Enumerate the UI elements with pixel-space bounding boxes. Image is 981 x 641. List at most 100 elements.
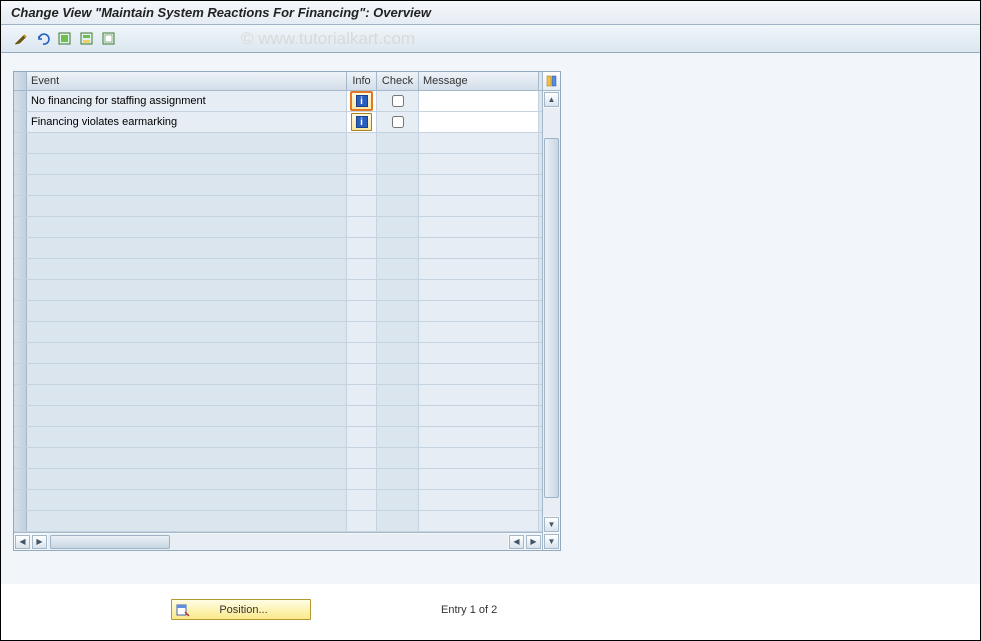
cell-message[interactable] (419, 217, 539, 237)
cell-info (347, 343, 377, 363)
cell-message[interactable] (419, 364, 539, 384)
row-selector[interactable] (14, 301, 27, 321)
check-checkbox[interactable] (392, 95, 404, 107)
cell-message[interactable] (419, 511, 539, 531)
undo-button[interactable] (33, 29, 53, 49)
hscroll-track[interactable] (48, 534, 508, 550)
row-selector[interactable] (14, 112, 27, 132)
row-selector[interactable] (14, 133, 27, 153)
info-button[interactable]: i (351, 92, 372, 110)
cell-message[interactable] (419, 448, 539, 468)
cell-message[interactable] (419, 196, 539, 216)
cell-message[interactable] (419, 322, 539, 342)
cell-event[interactable] (27, 511, 347, 531)
corner-selector[interactable] (14, 72, 27, 90)
row-selector[interactable] (14, 154, 27, 174)
cell-event[interactable] (27, 154, 347, 174)
scroll-left-button[interactable]: ▶ (32, 535, 47, 549)
cell-message[interactable] (419, 238, 539, 258)
cell-event[interactable] (27, 364, 347, 384)
row-selector[interactable] (14, 490, 27, 510)
cell-info (347, 490, 377, 510)
scroll-last-button[interactable]: ▶ (526, 535, 541, 549)
row-selector[interactable] (14, 343, 27, 363)
cell-event[interactable]: Financing violates earmarking (27, 112, 347, 132)
row-selector[interactable] (14, 448, 27, 468)
cell-event[interactable] (27, 280, 347, 300)
cell-message[interactable] (419, 343, 539, 363)
row-selector[interactable] (14, 385, 27, 405)
cell-message[interactable] (419, 175, 539, 195)
cell-event[interactable] (27, 343, 347, 363)
change-display-toggle-button[interactable] (11, 29, 31, 49)
horizontal-scrollbar[interactable]: ◀ ▶ ◀ ▶ (14, 532, 542, 550)
cell-event[interactable] (27, 469, 347, 489)
row-selector[interactable] (14, 196, 27, 216)
deselect-all-button[interactable] (99, 29, 119, 49)
row-selector[interactable] (14, 364, 27, 384)
cell-event[interactable] (27, 259, 347, 279)
hscroll-thumb[interactable] (50, 535, 170, 549)
row-selector[interactable] (14, 259, 27, 279)
column-header-info[interactable]: Info (347, 72, 377, 90)
table-settings-button[interactable] (543, 72, 560, 91)
row-selector[interactable] (14, 280, 27, 300)
column-header-event[interactable]: Event (27, 72, 347, 90)
cell-message[interactable] (419, 280, 539, 300)
cell-event[interactable] (27, 217, 347, 237)
cell-event[interactable] (27, 490, 347, 510)
cell-message[interactable] (419, 259, 539, 279)
cell-message[interactable] (419, 301, 539, 321)
scroll-down-button[interactable]: ▼ (544, 517, 559, 532)
row-selector[interactable] (14, 511, 27, 531)
cell-event[interactable] (27, 175, 347, 195)
scroll-first-button[interactable]: ◀ (15, 535, 30, 549)
scroll-right-button[interactable]: ◀ (509, 535, 524, 549)
cell-message[interactable] (419, 112, 539, 132)
cell-event[interactable] (27, 133, 347, 153)
row-selector[interactable] (14, 217, 27, 237)
cell-event[interactable] (27, 238, 347, 258)
row-selector[interactable] (14, 469, 27, 489)
vscroll-thumb[interactable] (544, 138, 559, 498)
cell-message[interactable] (419, 427, 539, 447)
row-selector[interactable] (14, 406, 27, 426)
cell-message[interactable] (419, 154, 539, 174)
cell-check (377, 511, 419, 531)
cell-event[interactable] (27, 385, 347, 405)
cell-event[interactable] (27, 196, 347, 216)
cell-message[interactable] (419, 133, 539, 153)
cell-message[interactable] (419, 406, 539, 426)
scroll-up-button[interactable]: ▲ (544, 92, 559, 107)
position-button[interactable]: Position... (171, 599, 311, 620)
select-all-button[interactable] (55, 29, 75, 49)
column-header-check[interactable]: Check (377, 72, 419, 90)
cell-event[interactable] (27, 448, 347, 468)
row-selector[interactable] (14, 91, 27, 111)
cell-event[interactable]: No financing for staffing assignment (27, 91, 347, 111)
row-selector[interactable] (14, 238, 27, 258)
vscroll-track[interactable] (543, 108, 560, 516)
scroll-page-down-button[interactable]: ▼ (544, 534, 559, 549)
select-block-button[interactable] (77, 29, 97, 49)
cell-message[interactable] (419, 91, 539, 111)
row-selector[interactable] (14, 175, 27, 195)
info-button[interactable]: i (351, 113, 372, 131)
row-selector[interactable] (14, 322, 27, 342)
cell-message[interactable] (419, 490, 539, 510)
vertical-scrollbar[interactable]: ▲ ▼ ▼ (542, 72, 560, 550)
cell-event[interactable] (27, 427, 347, 447)
cell-check (377, 406, 419, 426)
cell-event[interactable] (27, 406, 347, 426)
cell-info (347, 448, 377, 468)
cell-message[interactable] (419, 469, 539, 489)
cell-event[interactable] (27, 322, 347, 342)
check-checkbox[interactable] (392, 116, 404, 128)
cell-event[interactable] (27, 301, 347, 321)
pencil-glasses-icon (13, 31, 29, 47)
row-selector[interactable] (14, 427, 27, 447)
column-header-message[interactable]: Message (419, 72, 539, 90)
table-control: Event Info Check Message No financing fo… (13, 71, 561, 551)
cell-check (377, 133, 419, 153)
cell-message[interactable] (419, 385, 539, 405)
